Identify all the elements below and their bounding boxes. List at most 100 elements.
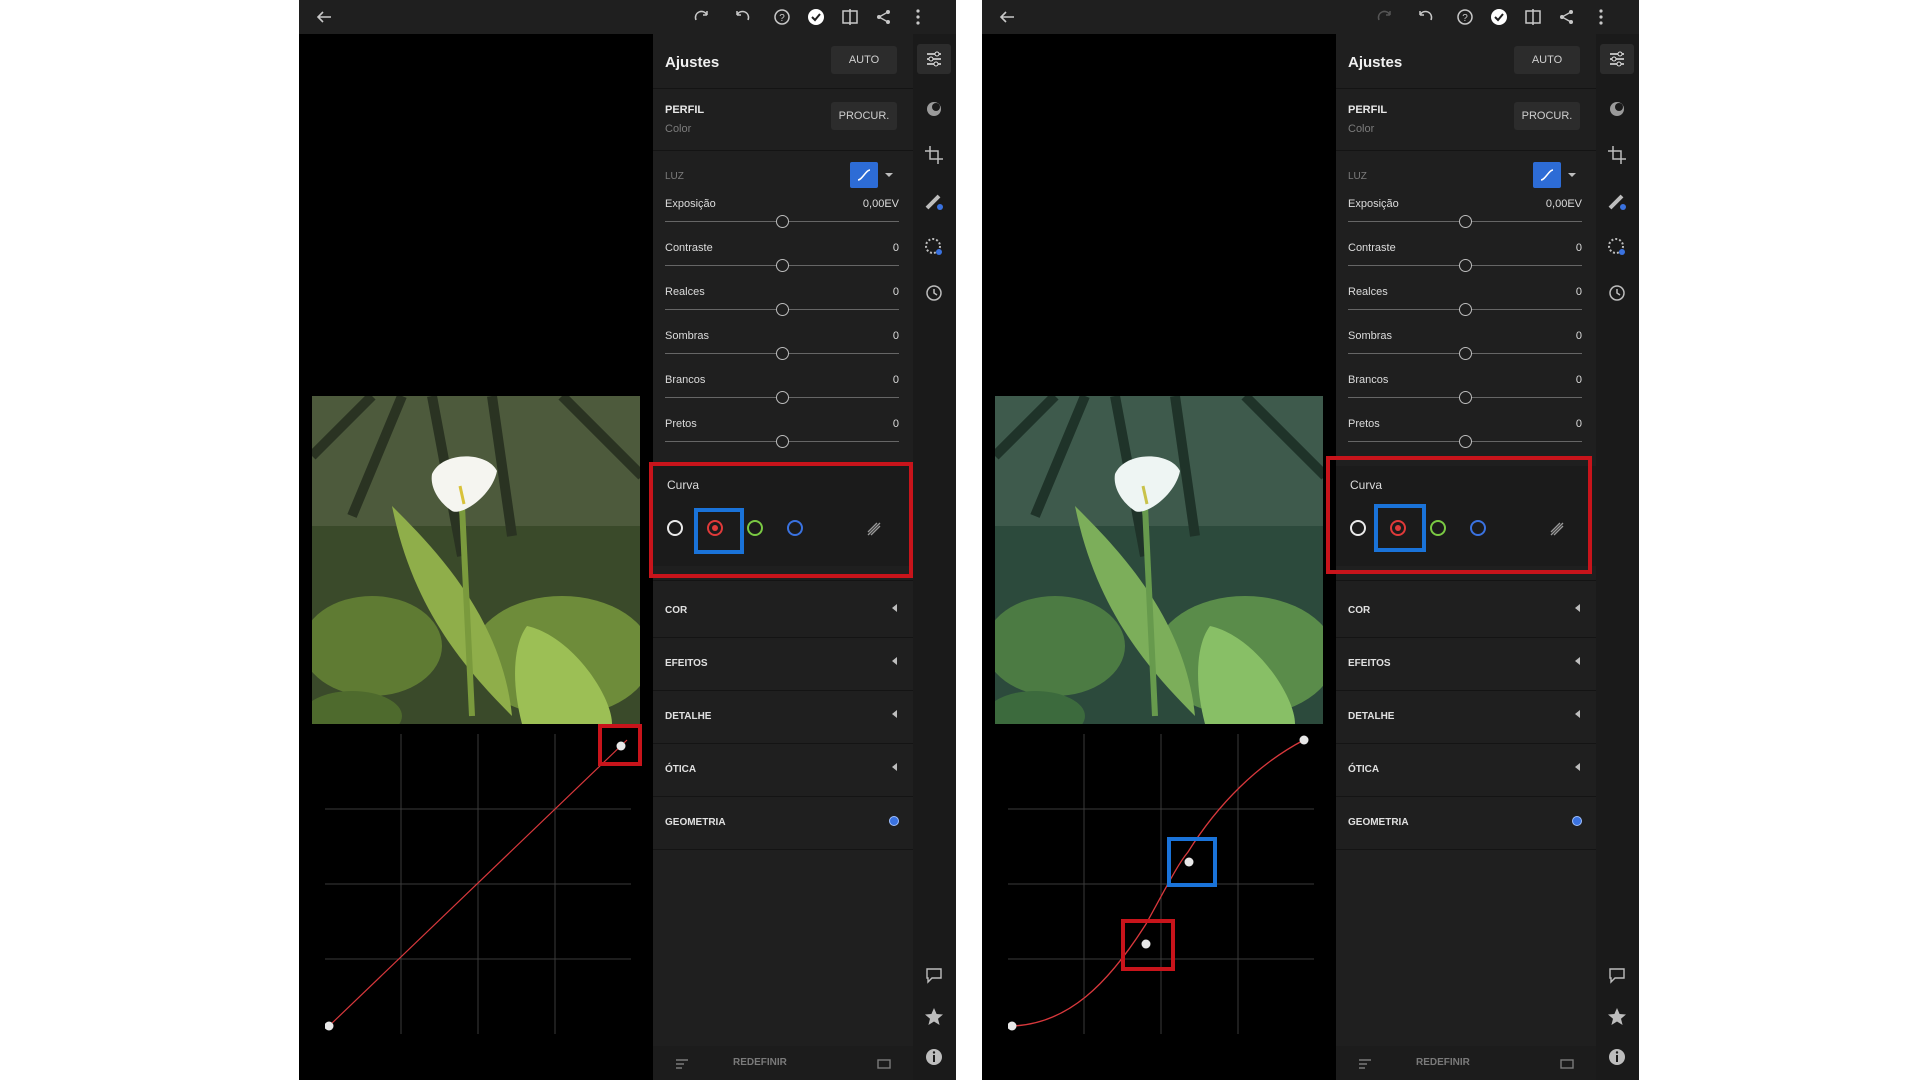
slider-value-sombras: 0 — [892, 330, 899, 342]
selective-icon[interactable] — [1605, 235, 1629, 259]
section-otica[interactable]: ÓTICA — [1336, 744, 1596, 796]
more-icon[interactable] — [1590, 6, 1612, 28]
procurar-button[interactable]: PROCUR. — [1514, 102, 1580, 130]
slider-value-brancos: 0 — [892, 374, 899, 386]
section-label-cor: COR — [1348, 605, 1371, 616]
tool-rail — [913, 34, 956, 1080]
slider-knob-pretos[interactable] — [776, 435, 789, 448]
slider-value-brancos: 0 — [1575, 374, 1582, 386]
compare-icon[interactable] — [839, 6, 861, 28]
section-label-efeitos: EFEITOS — [665, 658, 708, 669]
back-arrow-icon[interactable] — [994, 4, 1020, 30]
svg-text:?: ? — [779, 13, 785, 24]
section-efeitos[interactable]: EFEITOS — [1336, 638, 1596, 690]
star-icon[interactable] — [922, 1005, 946, 1029]
auto-button[interactable]: AUTO — [831, 46, 897, 74]
tone-curve-editor[interactable] — [325, 734, 631, 1034]
section-efeitos[interactable]: EFEITOS — [653, 638, 913, 690]
history-icon[interactable] — [922, 281, 946, 305]
presets-icon[interactable] — [1605, 97, 1629, 121]
done-check-icon[interactable] — [805, 6, 827, 28]
premium-badge-icon — [889, 816, 899, 826]
info-icon[interactable] — [1605, 1045, 1629, 1069]
section-label-otica: ÓTICA — [665, 764, 697, 775]
slider-knob-pretos[interactable] — [1459, 435, 1472, 448]
luz-dropdown-chevron-icon[interactable] — [885, 173, 893, 177]
section-detalhe[interactable]: DETALHE — [1336, 691, 1596, 743]
comment-icon[interactable] — [1605, 963, 1629, 987]
redefinir-button[interactable]: REDEFINIR — [733, 1057, 787, 1068]
auto-button[interactable]: AUTO — [1514, 46, 1580, 74]
luz-label: LUZ — [665, 171, 684, 182]
slider-label-realces: Realces — [665, 286, 705, 298]
slider-knob-realces[interactable] — [1459, 303, 1472, 316]
info-icon[interactable] — [922, 1045, 946, 1069]
previous-settings-icon[interactable] — [1558, 1055, 1576, 1073]
section-label-cor: COR — [665, 605, 688, 616]
previous-settings-icon[interactable] — [875, 1055, 893, 1073]
slider-label-pretos: Pretos — [1348, 418, 1380, 430]
crop-icon[interactable] — [1605, 143, 1629, 167]
luz-dropdown-chevron-icon[interactable] — [1568, 173, 1576, 177]
section-cor[interactable]: COR — [653, 585, 913, 637]
history-icon[interactable] — [1605, 281, 1629, 305]
share-icon[interactable] — [873, 6, 895, 28]
copy-settings-icon[interactable] — [673, 1055, 691, 1073]
slider-knob-sombras[interactable] — [1459, 347, 1472, 360]
svg-text:?: ? — [1462, 13, 1468, 24]
procurar-button[interactable]: PROCUR. — [831, 102, 897, 130]
slider-knob-exposicao[interactable] — [776, 215, 789, 228]
section-cor[interactable]: COR — [1336, 585, 1596, 637]
slider-value-pretos: 0 — [892, 418, 899, 430]
slider-knob-brancos[interactable] — [776, 391, 789, 404]
redo-icon[interactable] — [1374, 6, 1396, 28]
curve-point-black — [1008, 1021, 1017, 1031]
slider-knob-sombras[interactable] — [776, 347, 789, 360]
healing-icon[interactable] — [922, 189, 946, 213]
section-geometria[interactable]: GEOMETRIA — [1336, 797, 1596, 849]
redefinir-button[interactable]: REDEFINIR — [1416, 1057, 1470, 1068]
chevron-left-icon — [892, 604, 897, 612]
curve-toggle-button[interactable] — [850, 162, 878, 188]
share-icon[interactable] — [1556, 6, 1578, 28]
back-arrow-icon[interactable] — [311, 4, 337, 30]
crop-icon[interactable] — [922, 143, 946, 167]
adjustments-icon[interactable] — [1605, 47, 1629, 71]
compare-icon[interactable] — [1522, 6, 1544, 28]
done-check-icon[interactable] — [1488, 6, 1510, 28]
chevron-left-icon — [1575, 763, 1580, 771]
more-icon[interactable] — [907, 6, 929, 28]
perfil-value: Color — [1348, 123, 1375, 135]
slider-knob-exposicao[interactable] — [1459, 215, 1472, 228]
selective-icon[interactable] — [922, 235, 946, 259]
section-label-detalhe: DETALHE — [665, 711, 712, 722]
section-geometria[interactable]: GEOMETRIA — [653, 797, 913, 849]
help-icon[interactable]: ? — [771, 6, 793, 28]
slider-knob-contraste[interactable] — [1459, 259, 1472, 272]
comment-icon[interactable] — [922, 963, 946, 987]
section-label-otica: ÓTICA — [1348, 764, 1380, 775]
slider-knob-contraste[interactable] — [776, 259, 789, 272]
tool-rail — [1596, 34, 1639, 1080]
slider-knob-brancos[interactable] — [1459, 391, 1472, 404]
help-icon[interactable]: ? — [1454, 6, 1476, 28]
slider-knob-realces[interactable] — [776, 303, 789, 316]
slider-label-pretos: Pretos — [665, 418, 697, 430]
copy-settings-icon[interactable] — [1356, 1055, 1374, 1073]
highlight-curva-section — [1326, 456, 1592, 574]
undo-icon[interactable] — [731, 6, 753, 28]
highlight-shadow-point — [1121, 919, 1175, 971]
slider-label-realces: Realces — [1348, 286, 1388, 298]
section-detalhe[interactable]: DETALHE — [653, 691, 913, 743]
adjustments-icon[interactable] — [922, 47, 946, 71]
healing-icon[interactable] — [1605, 189, 1629, 213]
presets-icon[interactable] — [922, 97, 946, 121]
star-icon[interactable] — [1605, 1005, 1629, 1029]
redo-icon[interactable] — [691, 6, 713, 28]
photo-calla-lily[interactable] — [312, 396, 640, 724]
undo-icon[interactable] — [1414, 6, 1436, 28]
photo-calla-lily[interactable] — [995, 396, 1323, 724]
curve-toggle-button[interactable] — [1533, 162, 1561, 188]
tone-curve-editor[interactable] — [1008, 734, 1314, 1034]
section-otica[interactable]: ÓTICA — [653, 744, 913, 796]
